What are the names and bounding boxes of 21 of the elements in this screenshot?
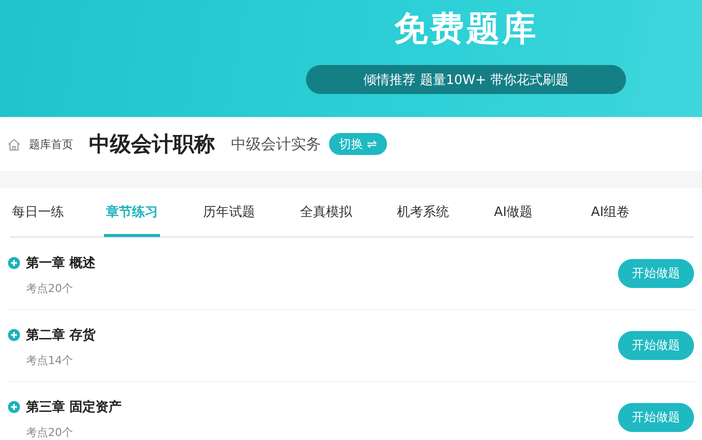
points-count: 考点20个 — [25, 424, 74, 440]
chapter-title: 第一章 概述 — [26, 254, 96, 272]
subject-label: 中级会计实务 — [231, 134, 321, 154]
plus-icon — [8, 256, 20, 268]
exam-title: 中级会计职称 — [89, 131, 215, 158]
home-icon[interactable] — [7, 138, 21, 150]
tab[interactable]: AI组卷 — [589, 188, 686, 236]
tab[interactable]: AI做题 — [492, 188, 589, 236]
tab[interactable]: 机考系统 — [395, 188, 492, 236]
plus-icon — [8, 400, 20, 412]
tab[interactable]: 全真模拟 — [298, 188, 395, 236]
chapter-title: 第二章 存货 — [26, 326, 96, 344]
breadcrumb-link[interactable]: 题库首页 — [29, 136, 73, 152]
plus-icon — [8, 328, 20, 340]
banner-title: 免费题库 — [394, 8, 538, 51]
tab[interactable]: 历年试题 — [201, 188, 298, 236]
chapter-title: 第三章 固定资产 — [26, 398, 122, 416]
tab[interactable]: 每日一练 — [10, 188, 104, 236]
points-count: 考点14个 — [25, 352, 74, 368]
slogan-pill: 倾情推荐 题量10W+ 带你花式刷题 — [306, 65, 626, 94]
points-count: 考点20个 — [25, 280, 74, 296]
